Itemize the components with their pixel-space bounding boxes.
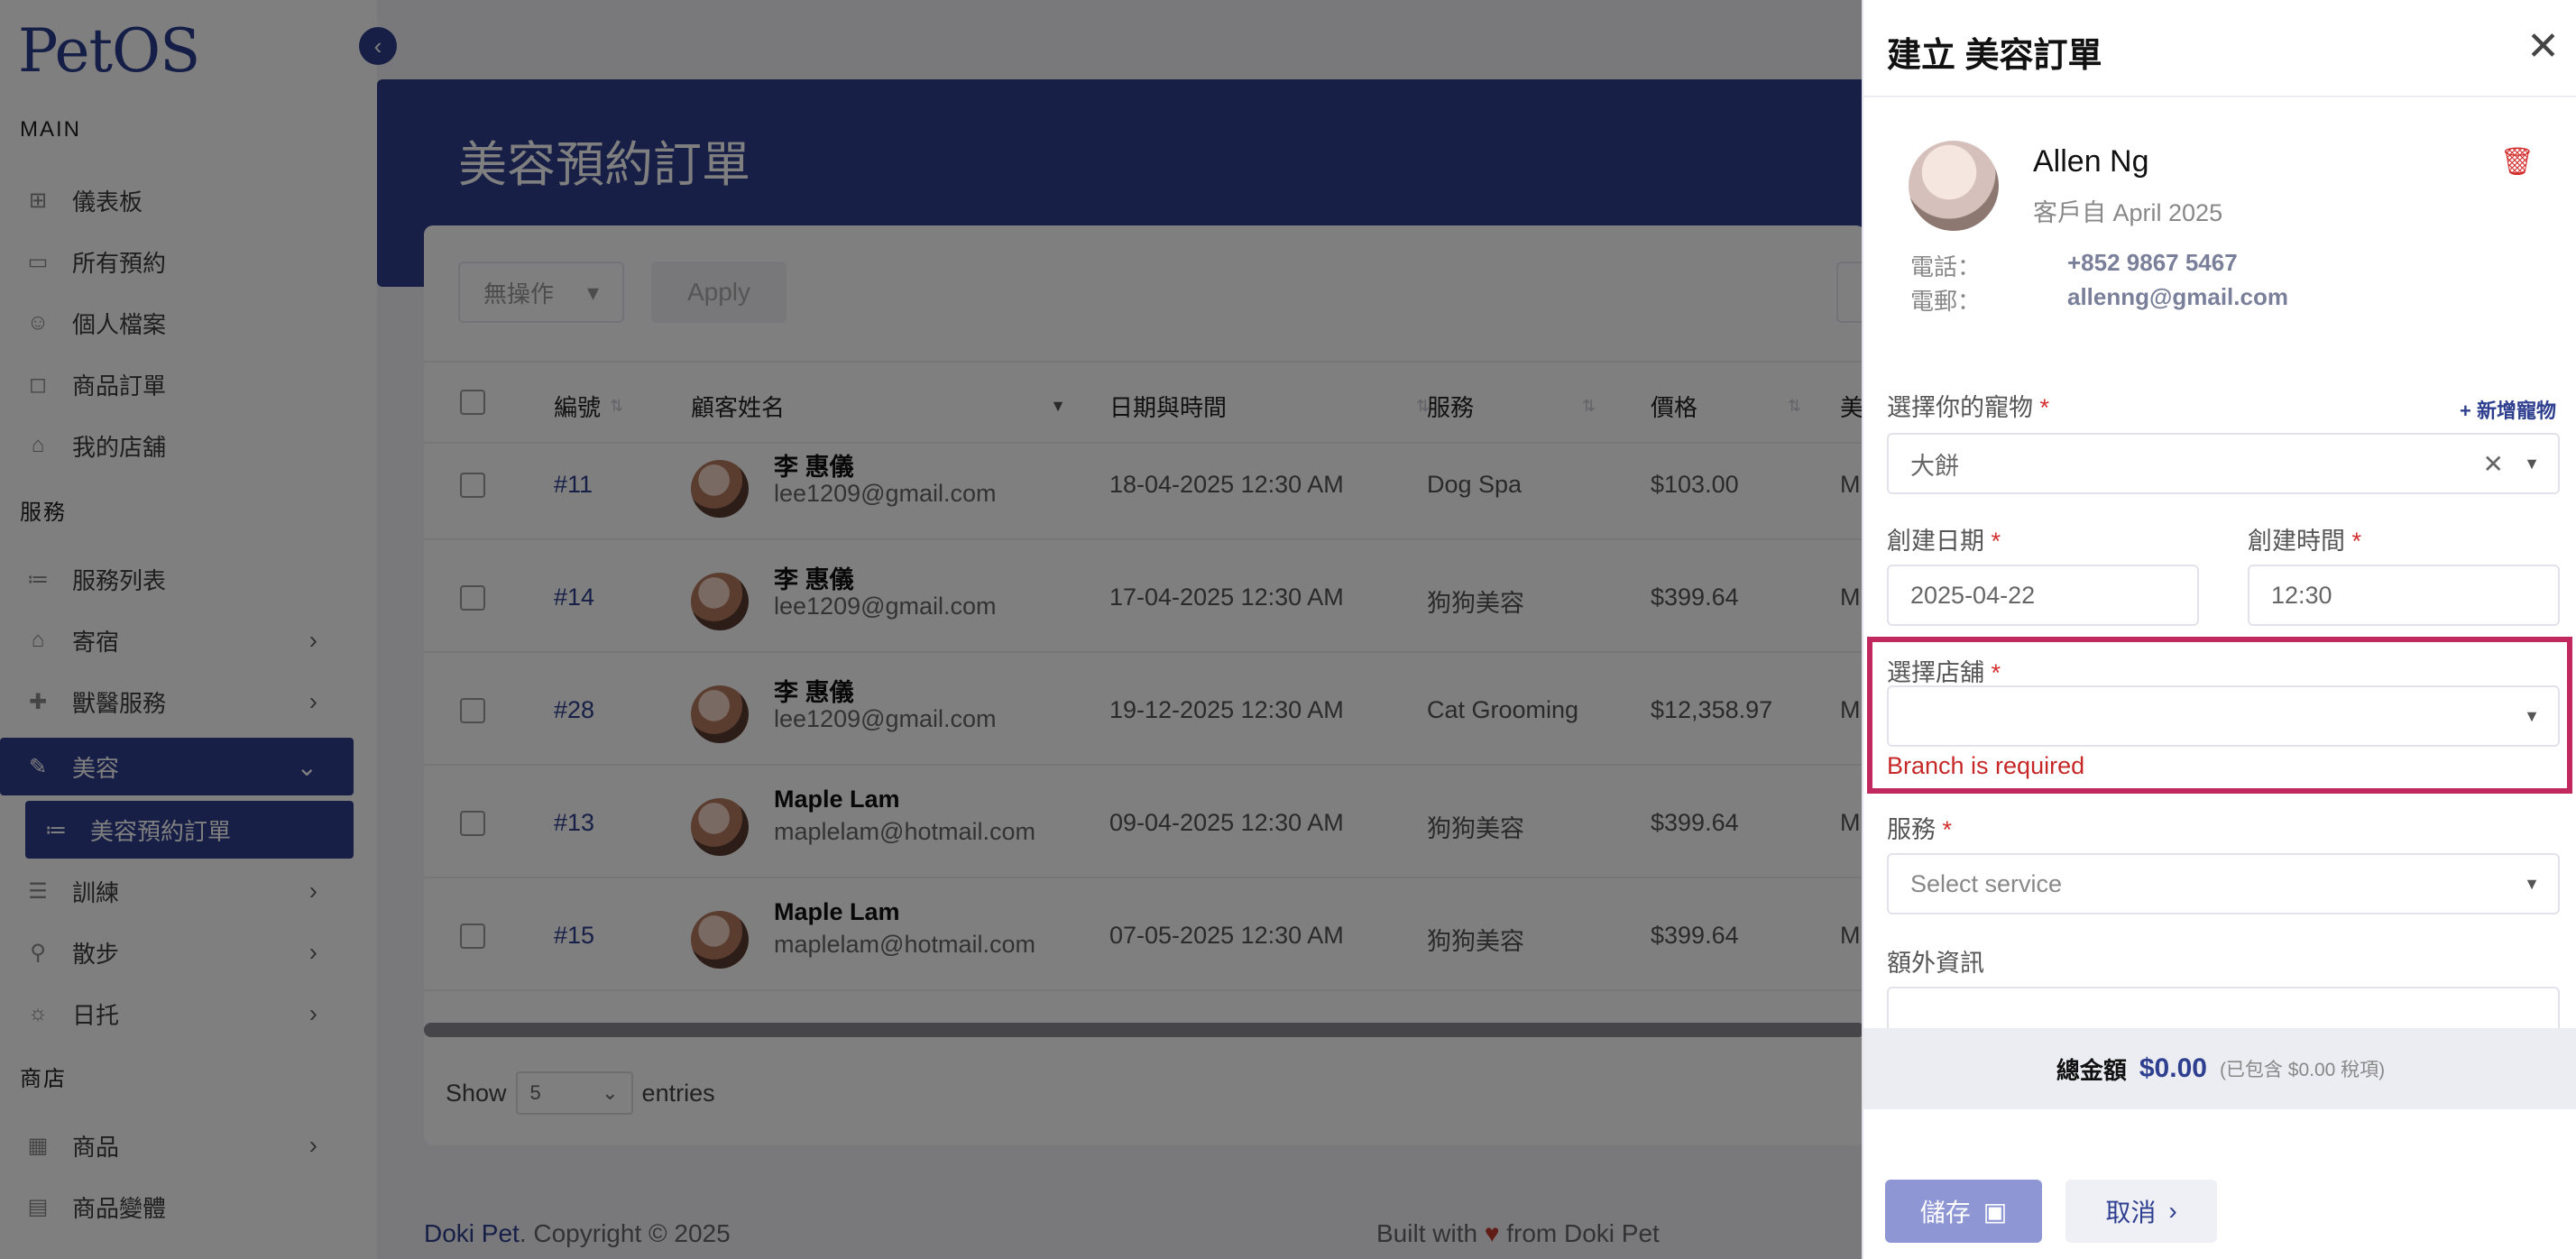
service-select-placeholder: Select service (1910, 869, 2063, 897)
phone-value: +852 9867 5467 (2067, 249, 2238, 276)
branch-error-highlight (1867, 637, 2572, 794)
save-label: 儲存 (1919, 1199, 1971, 1227)
add-pet-link[interactable]: + 新增寵物 (2460, 395, 2556, 424)
required-mark: * (1991, 528, 2001, 555)
cancel-button[interactable]: 取消 › (2065, 1180, 2217, 1243)
avatar (1909, 141, 1999, 231)
field-label-text: 創建日期 (1887, 528, 1984, 555)
chevron-right-icon: › (2168, 1197, 2177, 1225)
required-mark: * (2351, 528, 2362, 555)
save-icon: ▣ (1983, 1197, 2008, 1226)
total-label: 總金額 (2056, 1056, 2127, 1084)
caret-down-icon: ▼ (2524, 874, 2540, 893)
field-label-text: 創建時間 (2248, 528, 2345, 555)
pet-field-label: 選擇你的寵物 * (1887, 388, 2049, 423)
extra-info-label: 額外資訊 (1887, 950, 1984, 977)
required-mark: * (2039, 394, 2050, 421)
pet-select-value: 大餅 (1910, 452, 1959, 480)
service-select[interactable]: Select service ▼ (1887, 853, 2560, 914)
close-icon[interactable]: ✕ (2526, 23, 2560, 69)
clear-icon[interactable]: ✕ (2483, 449, 2504, 479)
save-button[interactable]: 儲存 ▣ (1885, 1180, 2042, 1243)
caret-down-icon: ▼ (2524, 454, 2540, 473)
total-value: $0.00 (2139, 1053, 2207, 1083)
drawer-title: 建立 美容訂單 (1887, 37, 2102, 75)
email-label: 電郵： (1910, 288, 1982, 315)
customer-since: 客戶自 April 2025 (2033, 199, 2223, 226)
customer-name: Allen Ng (2033, 144, 2149, 179)
service-field-label: 服務 * (1887, 810, 1952, 845)
modal-backdrop[interactable] (0, 0, 1862, 1259)
create-order-drawer: 建立 美容訂單 ✕ Allen Ng 客戶自 April 2025 🗑 電話： … (1862, 0, 2576, 1259)
date-field[interactable]: 2025-04-22 (1887, 565, 2199, 626)
field-label-text: 服務 (1887, 816, 1936, 843)
time-field[interactable]: 12:30 (2248, 565, 2560, 626)
trash-icon[interactable]: 🗑 (2500, 146, 2535, 178)
time-field-value: 12:30 (2271, 581, 2332, 609)
cancel-label: 取消 (2105, 1199, 2157, 1227)
time-field-label: 創建時間 * (2248, 521, 2361, 556)
date-field-label: 創建日期 * (1887, 521, 2001, 556)
required-mark: * (1942, 816, 1953, 843)
date-field-value: 2025-04-22 (1910, 581, 2036, 609)
pet-select[interactable]: 大餅 ✕ ▼ (1887, 433, 2560, 494)
tax-note: (已包含 $0.00 稅項) (2219, 1060, 2386, 1080)
field-label-text: 選擇你的寵物 (1887, 394, 2033, 421)
total-bar: 總金額 $0.00 (已包含 $0.00 稅項) (1863, 1028, 2576, 1109)
phone-label: 電話： (1910, 253, 1982, 280)
drawer-header: 建立 美容訂單 ✕ (1863, 0, 2576, 97)
extra-info-textarea[interactable] (1887, 987, 2560, 1028)
email-value: allenng@gmail.com (2067, 283, 2288, 310)
